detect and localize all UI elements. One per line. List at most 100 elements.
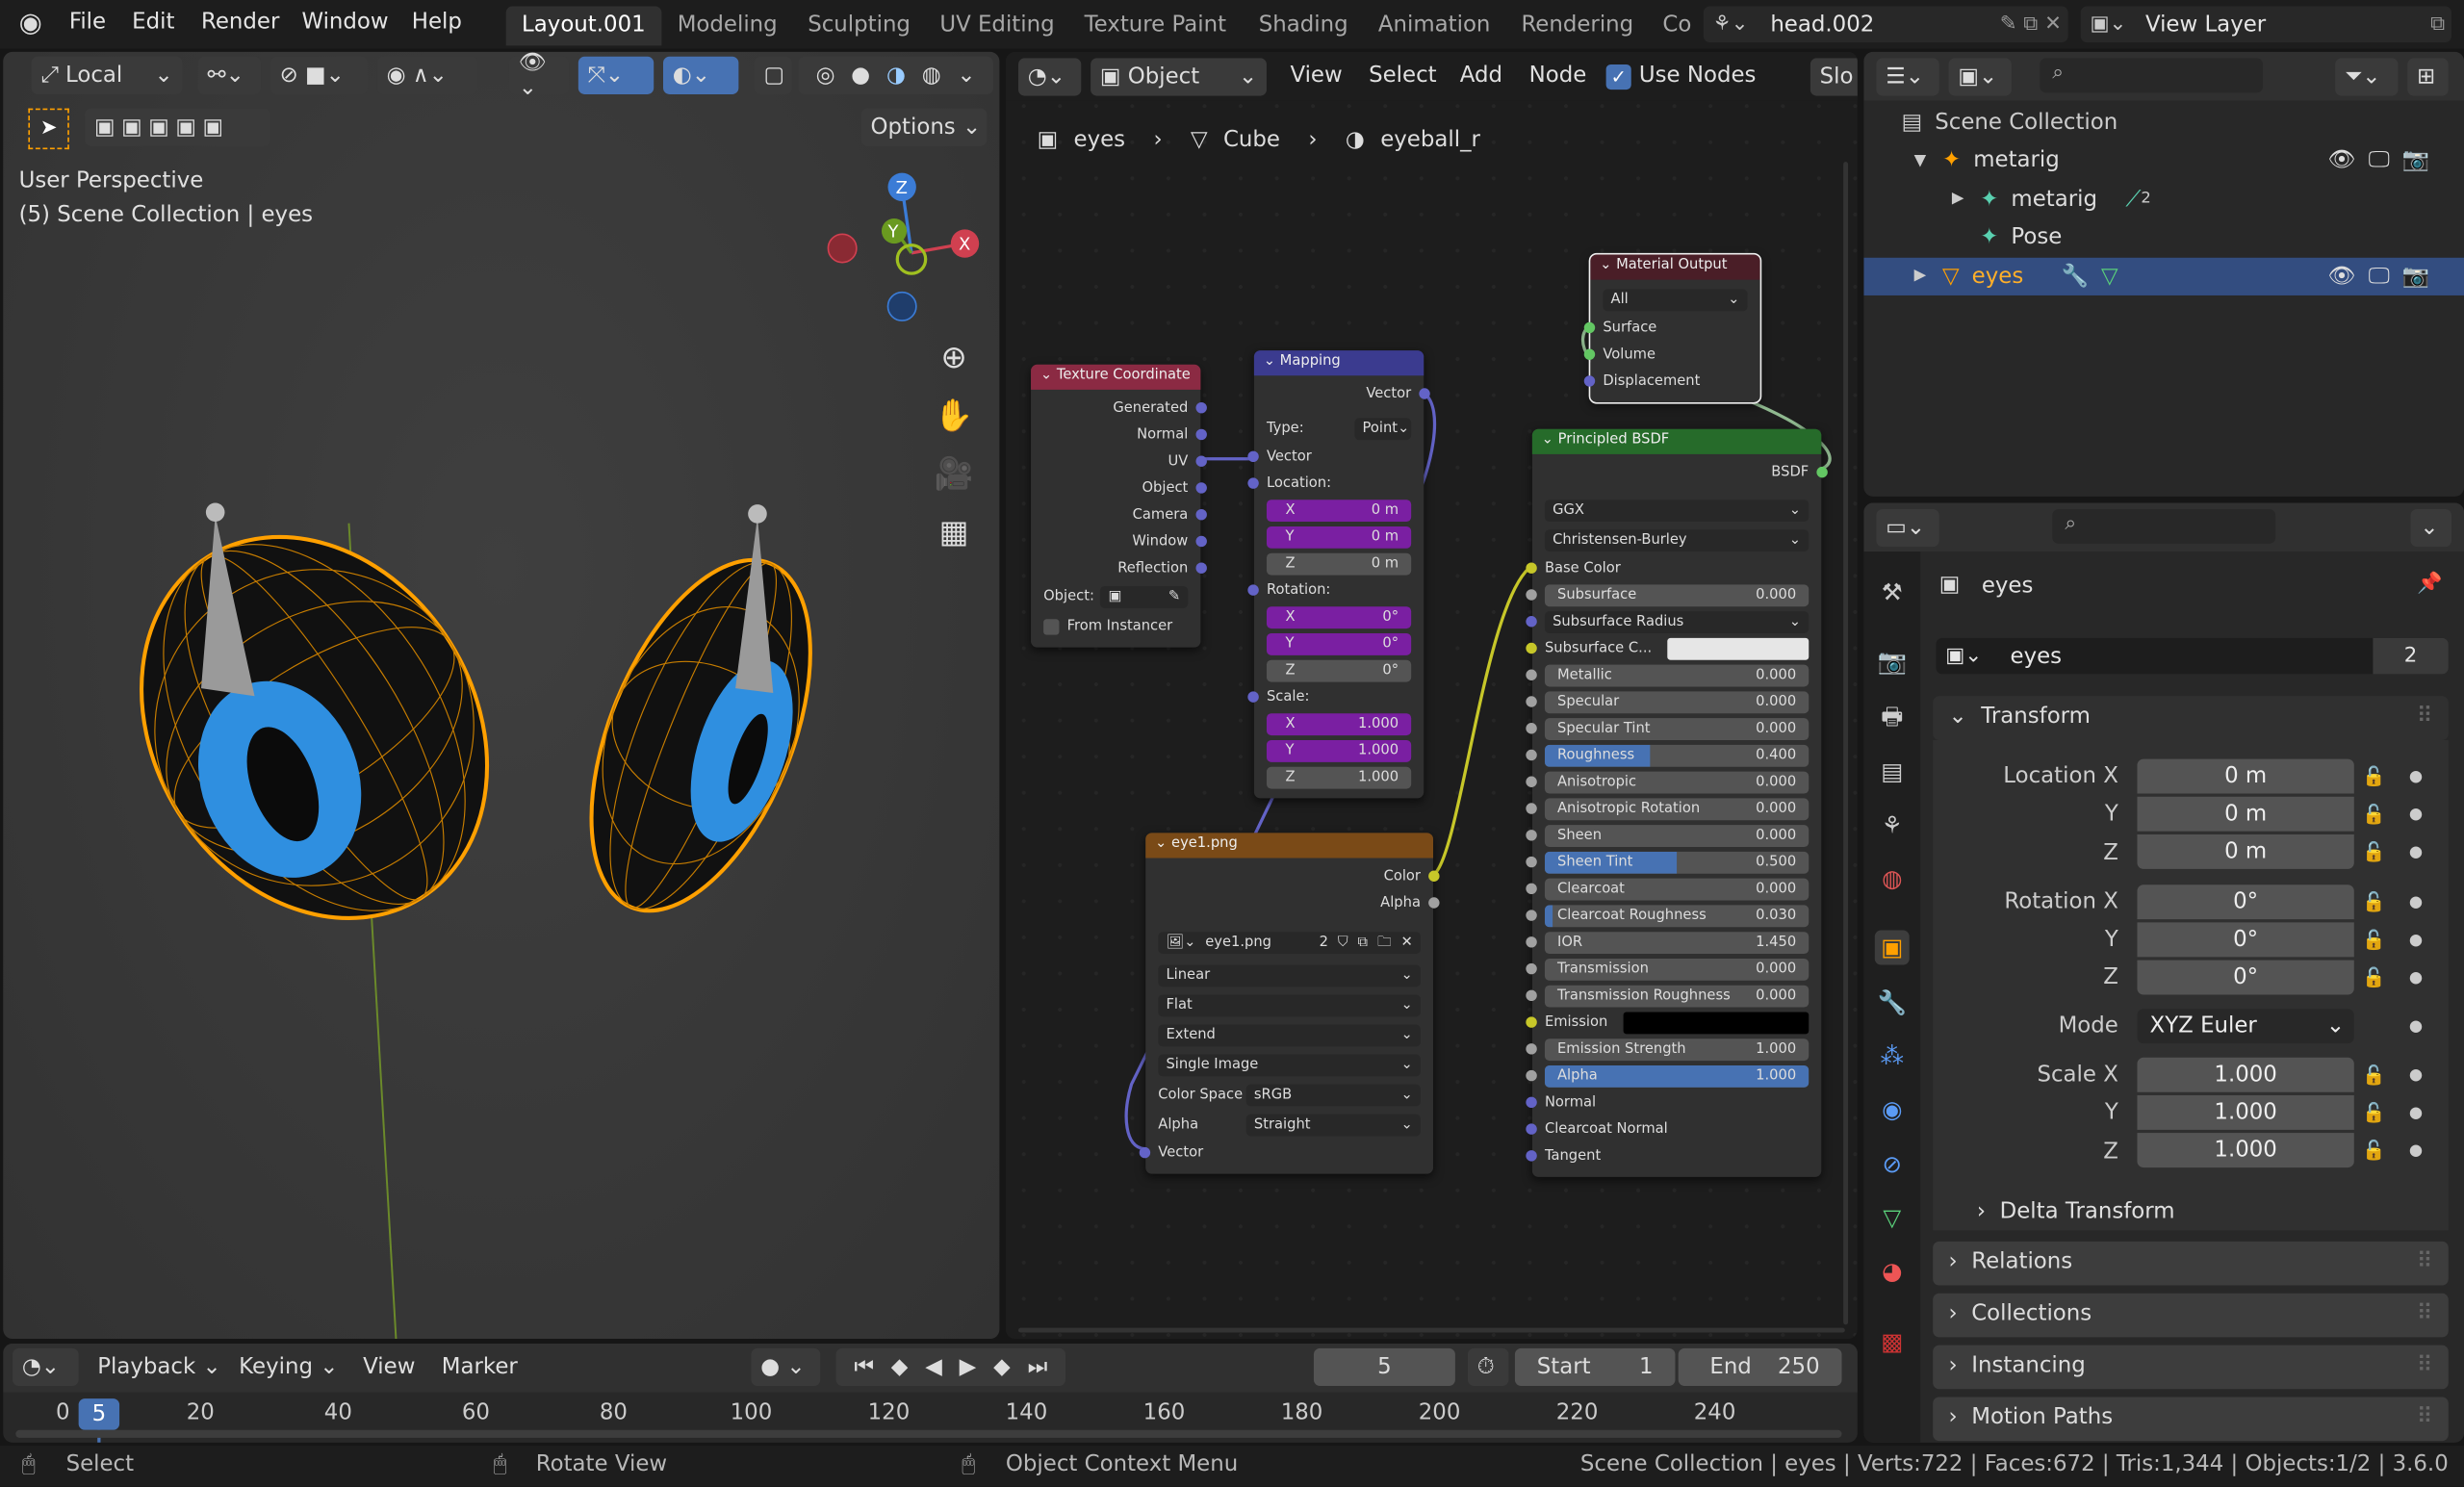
x-field[interactable]: X 0 m: [1266, 499, 1412, 522]
lock-icon[interactable]: 🔓: [2362, 966, 2385, 988]
menu-marker[interactable]: Marker: [442, 1354, 518, 1379]
keying-menu[interactable]: Keying ⌄: [229, 1348, 343, 1386]
object-datablock-field[interactable]: ▣⌄ eyes 2: [1936, 637, 2449, 675]
outliner-item-label[interactable]: metarig: [1973, 148, 2060, 173]
chevron-down-icon[interactable]: ⌄: [1264, 353, 1280, 369]
socket-metallic[interactable]: [1526, 669, 1537, 680]
color-space-dropdown[interactable]: sRGB ⌄: [1245, 1083, 1421, 1106]
proportional-edit[interactable]: ◉ ∧⌄: [376, 56, 478, 94]
keyframe-dot-icon[interactable]: ●: [2409, 932, 2423, 949]
new-view-layer-icon[interactable]: ⧉: [2430, 13, 2451, 36]
editor-type-dropdown[interactable]: ▭⌄: [1876, 508, 1939, 548]
scale-y-field[interactable]: 1.000: [2137, 1094, 2354, 1130]
location-y-field[interactable]: 0 m: [2137, 796, 2354, 832]
emission-color-swatch[interactable]: [1623, 1011, 1810, 1034]
sheen-field[interactable]: Sheen 0.000: [1544, 824, 1810, 847]
socket-object[interactable]: [1195, 482, 1207, 494]
outliner-item[interactable]: ▼ ✦ metarig 👁🖵📷: [1863, 141, 2464, 180]
lock-icon[interactable]: 🔓: [2362, 765, 2385, 787]
menu-view[interactable]: View: [1290, 63, 1342, 88]
socket-vector[interactable]: [1139, 1146, 1151, 1159]
node-title[interactable]: ⌄ Texture Coordinate: [1031, 364, 1201, 390]
transform-orientation-dropdown[interactable]: ⤢ Local ⌄: [31, 56, 183, 94]
keyframe-dot-icon[interactable]: ●: [2409, 768, 2423, 785]
texture-tab-icon[interactable]: ▩: [1875, 1324, 1910, 1359]
pivot-dropdown[interactable]: ⚯⌄: [197, 56, 262, 94]
subsurface-c-color-swatch[interactable]: [1667, 637, 1810, 659]
chevron-down-icon[interactable]: ⌄: [1600, 258, 1616, 273]
scene-selector[interactable]: ⚘⌄ head.002 ✎ ⧉ ✕: [1703, 6, 2068, 43]
z-field[interactable]: Z 1.000: [1266, 765, 1412, 788]
tool-tab-icon[interactable]: ⚒: [1875, 576, 1910, 610]
menu-render[interactable]: Render: [201, 10, 279, 35]
socket-vector[interactable]: [1419, 388, 1430, 399]
select-mode-buttons[interactable]: ▣▣▣▣▣: [85, 108, 270, 146]
menu-node[interactable]: Node: [1529, 63, 1587, 88]
node-principled-bsdf[interactable]: ⌄ Principled BSDF BSDF GGX ⌄ Christensen-Bur…: [1526, 428, 1828, 1177]
select-tool-icon[interactable]: ➤: [28, 108, 69, 150]
alpha-field[interactable]: Alpha 1.000: [1544, 1064, 1810, 1088]
modifier-tab-icon[interactable]: 🔧: [1875, 986, 1910, 1020]
anisotropic-rotation-field[interactable]: Anisotropic Rotation 0.000: [1544, 797, 1810, 820]
node-image-texture[interactable]: ⌄ eye1.png Color Alpha 🖼⌄ eye1.png 2 ⛉ ⧉ 🗀 ✕ Linea…: [1139, 833, 1440, 1174]
timeline-scrollbar[interactable]: [15, 1429, 1842, 1438]
christensen-burley-dropdown[interactable]: Christensen-Burley ⌄: [1544, 528, 1810, 551]
socket-roughness[interactable]: [1526, 749, 1537, 761]
slot-dropdown[interactable]: Slo: [1810, 58, 1858, 96]
socket-clearcoat[interactable]: [1526, 883, 1537, 895]
socket-scale[interactable]: [1247, 691, 1259, 703]
socket-specular-tint[interactable]: [1526, 723, 1537, 734]
socket-subsurface[interactable]: [1526, 589, 1537, 601]
blender-logo-icon[interactable]: ◉: [19, 8, 42, 39]
socket-uv[interactable]: [1195, 455, 1207, 467]
breadcrumb-mesh[interactable]: Cube: [1223, 127, 1280, 152]
shading-modes[interactable]: ◎ ● ◑ ◍ ⌄: [798, 56, 993, 94]
transform-panel-header[interactable]: ⌄ Transform ⠿: [1933, 696, 2449, 741]
y-field[interactable]: Y 0 m: [1266, 526, 1412, 548]
camera-icon[interactable]: 📷: [2402, 148, 2443, 173]
view-layer-name[interactable]: View Layer: [2145, 12, 2266, 37]
pan-hand-icon[interactable]: ✋: [931, 387, 978, 445]
socket-alpha[interactable]: [1428, 897, 1440, 909]
vertical-scrollbar[interactable]: [1843, 162, 1849, 1325]
socket-anisotropic[interactable]: [1526, 776, 1537, 787]
scene-name[interactable]: head.002: [1770, 12, 1874, 37]
flat-dropdown[interactable]: Flat ⌄: [1158, 993, 1421, 1016]
rotation-y-field[interactable]: 0°: [2137, 922, 2354, 958]
socket-subsurface-radius[interactable]: [1526, 616, 1537, 628]
socket-transmission-roughness[interactable]: [1526, 989, 1537, 1002]
tab-uv-editing[interactable]: UV Editing: [924, 7, 1070, 46]
fake-user-shield-icon[interactable]: ⛉: [1338, 935, 1348, 950]
keyframe-dot-icon[interactable]: ●: [2409, 969, 2423, 987]
perspective-grid-icon[interactable]: ▦: [931, 502, 978, 560]
node-title[interactable]: ⌄ Material Output: [1590, 254, 1760, 280]
menu-help[interactable]: Help: [412, 10, 462, 35]
clearcoat-roughness-field[interactable]: Clearcoat Roughness 0.030: [1544, 904, 1810, 927]
socket-normal[interactable]: [1526, 1096, 1537, 1109]
rendered-icon[interactable]: ◍: [922, 63, 941, 88]
options-chevron[interactable]: ⌄: [2410, 508, 2452, 548]
socket-vector[interactable]: [1247, 450, 1259, 463]
collections-panel[interactable]: › Collections ⠿: [1933, 1293, 2449, 1338]
playback-controls[interactable]: ⏮ ◆ ◀ ▶ ◆ ⏭: [835, 1347, 1065, 1387]
rotation-x-field[interactable]: 0°: [2137, 885, 2354, 920]
lock-icon[interactable]: 🔓: [2362, 1102, 2385, 1124]
menu-file[interactable]: File: [69, 10, 106, 35]
transmission-field[interactable]: Transmission 0.000: [1544, 958, 1810, 980]
options-dropdown[interactable]: Options ⌄: [860, 108, 988, 146]
socket-alpha[interactable]: [1526, 1069, 1537, 1082]
tab-sculpting[interactable]: Sculpting: [792, 7, 926, 46]
tab-animation[interactable]: Animation: [1363, 7, 1506, 46]
outliner-item-label[interactable]: metarig: [2011, 187, 2097, 212]
z-field[interactable]: Z 0 m: [1266, 551, 1412, 575]
user-count[interactable]: 2: [2373, 637, 2449, 675]
use-nodes-checkbox[interactable]: ✓: [1605, 64, 1631, 90]
ggx-dropdown[interactable]: GGX ⌄: [1544, 499, 1810, 522]
object-picker-field[interactable]: ▣ ✎: [1100, 585, 1189, 608]
particles-tab-icon[interactable]: ⁂: [1875, 1038, 1910, 1073]
location-x-field[interactable]: 0 m: [2137, 758, 2354, 794]
socket-subsurface-c[interactable]: [1526, 642, 1537, 654]
keyframe-dot-icon[interactable]: ●: [2409, 1105, 2423, 1122]
y-field[interactable]: Y 0°: [1266, 632, 1412, 655]
menu-edit[interactable]: Edit: [132, 10, 174, 35]
